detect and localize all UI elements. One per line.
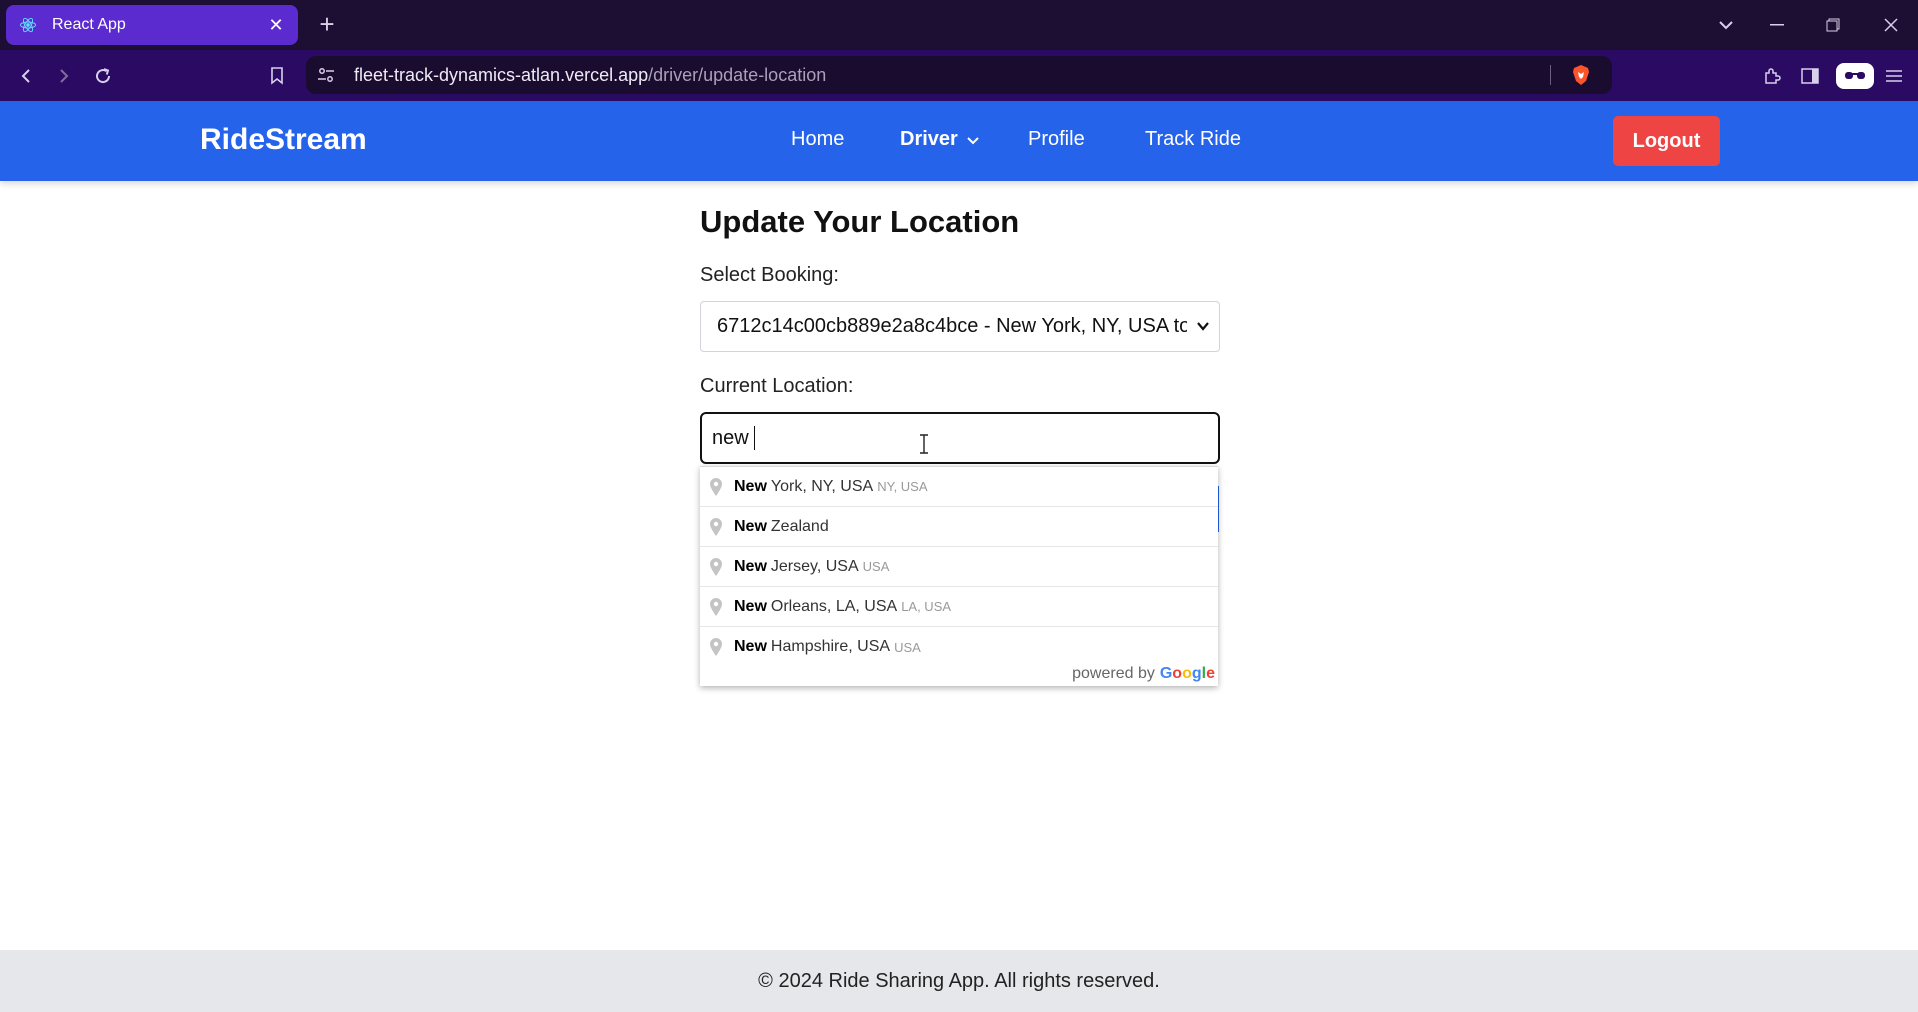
powered-by-text: powered by — [1072, 665, 1155, 682]
react-logo-icon — [18, 15, 38, 35]
autocomplete-match: New — [734, 557, 767, 575]
tab-close-icon[interactable]: ✕ — [266, 15, 286, 36]
autocomplete-text: York, NY, USA — [770, 477, 874, 495]
browser-tab-active[interactable]: React App ✕ — [6, 5, 298, 45]
nav-driver-label: Driver — [900, 128, 958, 150]
footer: © 2024 Ride Sharing App. All rights rese… — [0, 950, 1918, 1012]
location-input[interactable]: new — [700, 412, 1220, 464]
autocomplete-text: Hampshire, USA — [770, 638, 891, 655]
autocomplete-secondary: USA — [894, 639, 921, 655]
new-tab-button[interactable]: + — [314, 11, 340, 38]
autocomplete-text: Jersey, USA — [770, 557, 859, 575]
autocomplete-text: Orleans, LA, USA — [770, 597, 898, 615]
site-settings-icon[interactable] — [316, 65, 336, 85]
address-divider — [1550, 65, 1551, 85]
sidebar-icon[interactable] — [1796, 62, 1824, 90]
bookmark-icon[interactable] — [263, 62, 291, 90]
booking-select[interactable]: 6712c14c00cb889e2a8c4bce - New York, NY,… — [700, 301, 1220, 352]
close-window-icon[interactable] — [1876, 12, 1906, 38]
location-label: Current Location: — [700, 375, 854, 397]
footer-text: © 2024 Ride Sharing App. All rights rese… — [758, 969, 1160, 992]
ibeam-cursor-icon — [920, 434, 928, 454]
autocomplete-secondary: NY, USA — [877, 479, 928, 494]
app-navbar: RideStream Home Driver Profile Track Rid… — [0, 101, 1918, 181]
url-text: fleet-track-dynamics-atlan.vercel.app/dr… — [354, 65, 826, 86]
map-pin-icon — [710, 557, 722, 576]
reload-icon[interactable] — [89, 62, 117, 90]
booking-selected-value: 6712c14c00cb889e2a8c4bce - New York, NY,… — [717, 315, 1187, 337]
google-logo: Google — [1159, 665, 1215, 682]
page-title: Update Your Location — [700, 204, 1020, 239]
restore-icon[interactable] — [1818, 12, 1848, 38]
autocomplete-item[interactable]: New Zealand — [700, 507, 1218, 547]
menu-icon[interactable] — [1880, 62, 1908, 90]
browser-toolbar: fleet-track-dynamics-atlan.vercel.app/dr… — [0, 50, 1918, 101]
brave-shields-icon[interactable] — [1570, 64, 1592, 86]
map-pin-icon — [710, 638, 722, 656]
autocomplete-item[interactable]: New Orleans, LA, USA LA, USA — [700, 587, 1218, 627]
location-input-value: new — [712, 426, 749, 449]
map-pin-icon — [710, 597, 722, 616]
browser-tab-bar: React App ✕ + — [0, 0, 1918, 50]
url-path: /driver/update-location — [648, 65, 827, 85]
back-icon[interactable] — [12, 62, 40, 90]
powered-by-google: powered by Google — [1072, 665, 1215, 683]
autocomplete-match: New — [734, 517, 767, 535]
brand-logo[interactable]: RideStream — [200, 123, 367, 157]
minimize-icon[interactable] — [1762, 12, 1792, 38]
autocomplete-match: New — [734, 638, 767, 655]
extensions-icon[interactable] — [1758, 62, 1786, 90]
autocomplete-item[interactable]: New York, NY, USA NY, USA — [700, 467, 1218, 507]
forward-icon[interactable] — [50, 62, 78, 90]
autocomplete-match: New — [734, 477, 767, 495]
booking-label: Select Booking: — [700, 264, 839, 286]
logout-button[interactable]: Logout — [1613, 116, 1720, 166]
address-bar[interactable]: fleet-track-dynamics-atlan.vercel.app/dr… — [306, 56, 1612, 94]
autocomplete-secondary: USA — [862, 559, 890, 574]
autocomplete-item[interactable]: New Hampshire, USA USA — [700, 627, 1218, 667]
map-pin-icon — [710, 477, 722, 496]
url-host: fleet-track-dynamics-atlan.vercel.app — [354, 65, 649, 85]
autocomplete-dropdown: New York, NY, USA NY, USA New Zealand Ne… — [700, 466, 1218, 686]
autocomplete-item[interactable]: New Jersey, USA USA — [700, 547, 1218, 587]
nav-home[interactable]: Home — [791, 128, 844, 151]
tab-list-chevron-icon[interactable] — [1711, 12, 1741, 38]
map-pin-icon — [710, 517, 722, 536]
text-cursor — [753, 426, 755, 450]
select-chevron-icon — [1193, 316, 1213, 336]
tab-title: React App — [52, 16, 126, 33]
chevron-down-icon — [966, 128, 980, 151]
autocomplete-match: New — [734, 597, 767, 615]
autocomplete-text: Zealand — [770, 517, 829, 535]
nav-track-ride[interactable]: Track Ride — [1145, 128, 1241, 151]
autocomplete-secondary: LA, USA — [901, 599, 952, 614]
nav-driver-dropdown[interactable]: Driver — [900, 128, 980, 151]
nav-profile[interactable]: Profile — [1028, 128, 1085, 151]
wallet-glasses-icon[interactable] — [1836, 63, 1874, 89]
